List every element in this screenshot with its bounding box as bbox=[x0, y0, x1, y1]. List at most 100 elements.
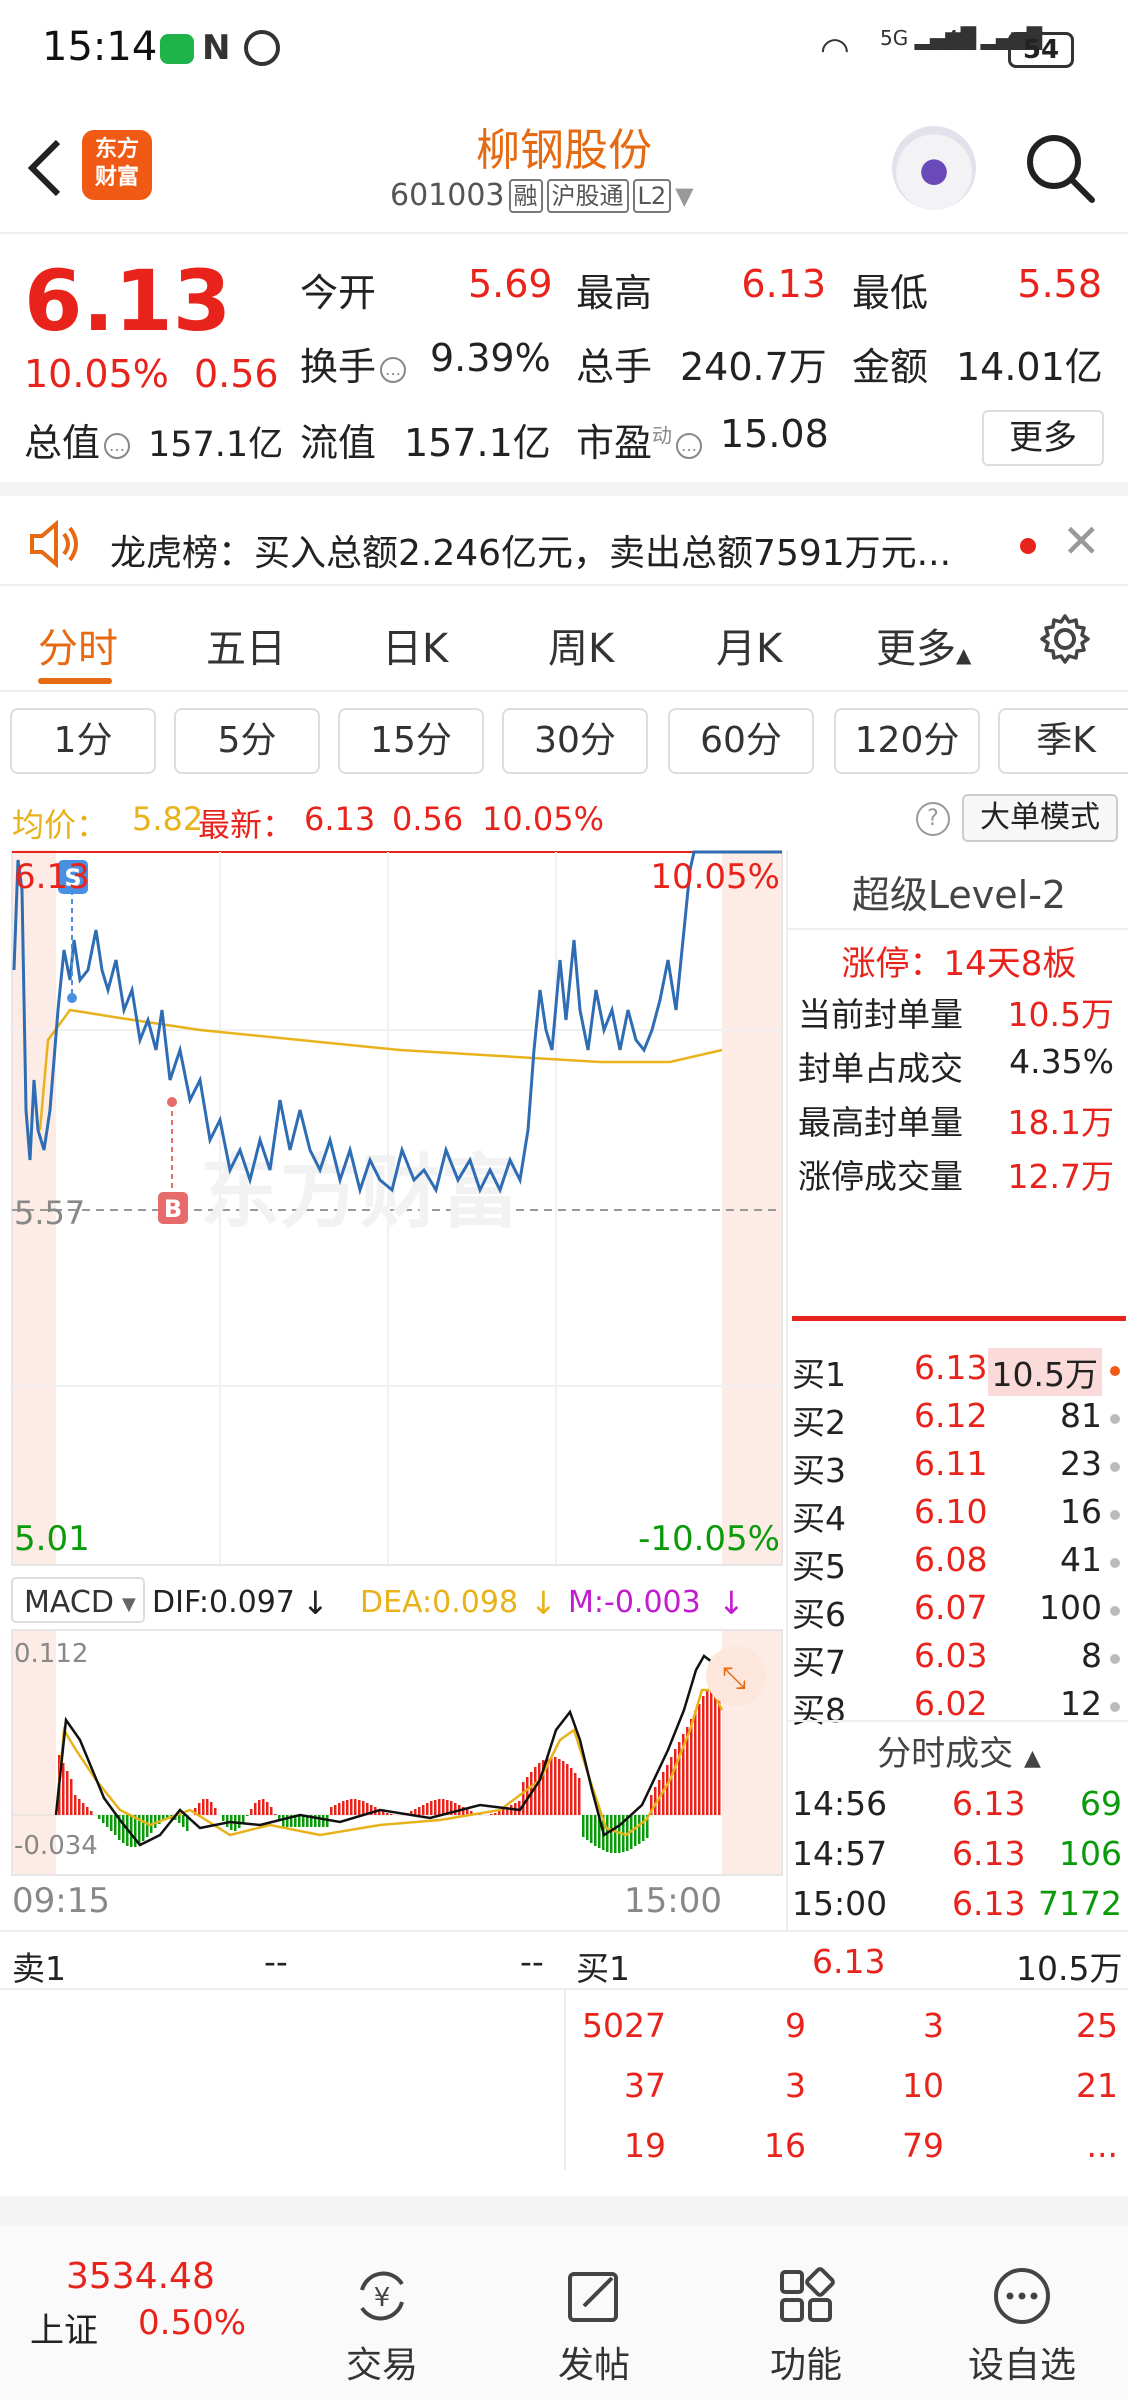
bid-row-7[interactable]: 买7 6.03 8 bbox=[792, 1636, 1122, 1684]
period-1min[interactable]: 1分 bbox=[10, 708, 156, 774]
more-button[interactable]: 更多 bbox=[982, 410, 1104, 466]
index-ticker[interactable]: 3534.48 上证 0.50% bbox=[30, 2256, 270, 2352]
bid-divider bbox=[792, 1316, 1126, 1321]
period-30min[interactable]: 30分 bbox=[502, 708, 648, 774]
period-15min[interactable]: 15分 bbox=[338, 708, 484, 774]
intraday-chart-svg[interactable]: 东方财富 S B 6.13 5.57 5.01 10.05% -10.05% M… bbox=[0, 850, 784, 1930]
bid-indicator-dot bbox=[1110, 1702, 1120, 1712]
macd-bar bbox=[222, 1815, 225, 1821]
trade-volume: 7172 bbox=[1038, 1884, 1122, 1923]
macd-bar bbox=[554, 1757, 557, 1815]
bid-label: 买5 bbox=[792, 1547, 846, 1586]
tab-more[interactable]: 更多▲ bbox=[876, 616, 971, 674]
caret-up-icon: ▲ bbox=[1023, 1746, 1041, 1771]
tab-intraday[interactable]: 分时 bbox=[38, 616, 118, 674]
macd-bar bbox=[550, 1757, 553, 1815]
bid-label: 买7 bbox=[792, 1643, 846, 1682]
macd-bar bbox=[566, 1764, 569, 1815]
tab-five-day[interactable]: 五日 bbox=[206, 616, 286, 674]
macd-bar bbox=[494, 1813, 497, 1815]
macd-bar bbox=[242, 1815, 245, 1823]
nav-trade[interactable]: ¥ 交易 bbox=[312, 2266, 452, 2388]
trade-time: 14:56 bbox=[792, 1784, 888, 1823]
macd-bar bbox=[706, 1689, 709, 1815]
info-icon[interactable]: … bbox=[676, 432, 703, 459]
bid-row-6[interactable]: 买6 6.07 100 bbox=[792, 1588, 1122, 1636]
nfc-icon: N bbox=[202, 28, 231, 68]
trades-title[interactable]: 分时成交 ▲ bbox=[788, 1726, 1128, 1775]
bid-row-3[interactable]: 买3 6.11 23 bbox=[792, 1444, 1122, 1492]
bid-label: 买6 bbox=[792, 1595, 846, 1634]
macd-bar bbox=[318, 1815, 321, 1827]
low-value: 5.58 bbox=[1017, 262, 1102, 306]
macd-bar bbox=[418, 1807, 421, 1815]
tab-monthly-k[interactable]: 月K bbox=[716, 616, 782, 674]
index-percent: 0.50% bbox=[138, 2303, 247, 2343]
tab-weekly-k[interactable]: 周K bbox=[548, 616, 614, 674]
macd-bar bbox=[82, 1803, 85, 1815]
bottom-nav: 3534.48 上证 0.50% ¥ 交易 发帖 功能 设自选 bbox=[0, 2196, 1128, 2400]
info-icon[interactable]: … bbox=[104, 432, 131, 459]
active-tab-indicator bbox=[38, 678, 112, 684]
macd-bar bbox=[358, 1800, 361, 1815]
macd-bar bbox=[114, 1815, 117, 1835]
period-quarter-k[interactable]: 季K bbox=[998, 708, 1128, 774]
period-60min[interactable]: 60分 bbox=[668, 708, 814, 774]
macd-bar bbox=[106, 1815, 109, 1827]
macd-bar bbox=[110, 1815, 113, 1831]
nav-functions[interactable]: 功能 bbox=[736, 2266, 876, 2388]
macd-bar bbox=[246, 1815, 249, 1816]
tab-daily-k[interactable]: 日K bbox=[382, 616, 448, 674]
float-value: 157.1亿 bbox=[404, 421, 551, 465]
trade-row: 14:57 6.13 106 bbox=[792, 1834, 1122, 1882]
bid-row-5[interactable]: 买5 6.08 41 bbox=[792, 1540, 1122, 1588]
close-icon[interactable]: ✕ bbox=[1062, 514, 1101, 568]
search-icon[interactable] bbox=[1020, 128, 1100, 208]
period-120min[interactable]: 120分 bbox=[834, 708, 980, 774]
notice-banner[interactable]: 龙虎榜：买入总额2.246亿元，卖出总额7591万元... ✕ bbox=[0, 482, 1128, 586]
limit-volume-row: 涨停成交量 12.7万 bbox=[798, 1150, 1114, 1198]
macd-bar bbox=[614, 1815, 617, 1853]
assistant-robot-icon[interactable] bbox=[892, 126, 976, 210]
macd-bar bbox=[146, 1815, 149, 1837]
bid-row-1[interactable]: 买1 6.13 10.5万 bbox=[792, 1348, 1122, 1396]
macd-bar bbox=[454, 1803, 457, 1815]
comment-bar-strip bbox=[0, 2196, 1128, 2226]
time-start-label: 09:15 bbox=[12, 1881, 110, 1921]
open-label: 今开 bbox=[300, 271, 377, 315]
change-percent: 10.05% bbox=[24, 352, 169, 396]
intraday-chart[interactable]: 东方财富 S B 6.13 5.57 5.01 10.05% -10.05% M… bbox=[0, 850, 784, 1930]
level2-title[interactable]: 超级Level-2 bbox=[788, 860, 1128, 930]
macd-bar bbox=[534, 1767, 537, 1815]
macd-bar bbox=[78, 1799, 81, 1815]
info-icon[interactable]: … bbox=[380, 356, 407, 383]
macd-label: MACD bbox=[24, 1585, 114, 1620]
bid-row-8[interactable]: 买8 6.02 12 bbox=[792, 1684, 1122, 1732]
macd-bar bbox=[694, 1711, 697, 1815]
macd-bar bbox=[634, 1815, 637, 1846]
nav-post[interactable]: 发帖 bbox=[524, 2266, 664, 2388]
nav-post-label: 发帖 bbox=[557, 2345, 630, 2386]
period-5min[interactable]: 5分 bbox=[174, 708, 320, 774]
macd-bar bbox=[362, 1801, 365, 1815]
macd-bar bbox=[690, 1719, 693, 1815]
macd-bar bbox=[670, 1757, 673, 1815]
avg-price-line bbox=[38, 1008, 723, 1131]
settings-gear-icon[interactable] bbox=[1038, 612, 1092, 666]
bid-label: 买4 bbox=[792, 1499, 846, 1538]
nav-add-watchlist[interactable]: 设自选 bbox=[952, 2266, 1092, 2388]
post-edit-icon bbox=[568, 2272, 618, 2322]
bid-row-4[interactable]: 买4 6.10 16 bbox=[792, 1492, 1122, 1540]
dropdown-caret-icon[interactable]: ▼ bbox=[675, 182, 693, 210]
help-icon[interactable]: ? bbox=[916, 802, 950, 836]
row-value: 18.1万 bbox=[1007, 1103, 1114, 1142]
order-depth: 卖1 -- -- 买1 6.13 10.5万 5027 9 3 25 37 3 10 21 19… bbox=[0, 1930, 1128, 2170]
volume-label: 总手 bbox=[576, 345, 653, 389]
stock-subtitle[interactable]: 601003 融 沪股通 L2 ▼ bbox=[390, 178, 694, 213]
bid-row-2[interactable]: 买2 6.12 81 bbox=[792, 1396, 1122, 1444]
big-order-mode-button[interactable]: 大单模式 bbox=[962, 794, 1118, 842]
volume-value: 240.7万 bbox=[680, 345, 827, 389]
bid-indicator-dot bbox=[1110, 1606, 1120, 1616]
expand-icon: ⤡ bbox=[722, 1661, 746, 1696]
current-price: 6.13 bbox=[24, 252, 232, 350]
